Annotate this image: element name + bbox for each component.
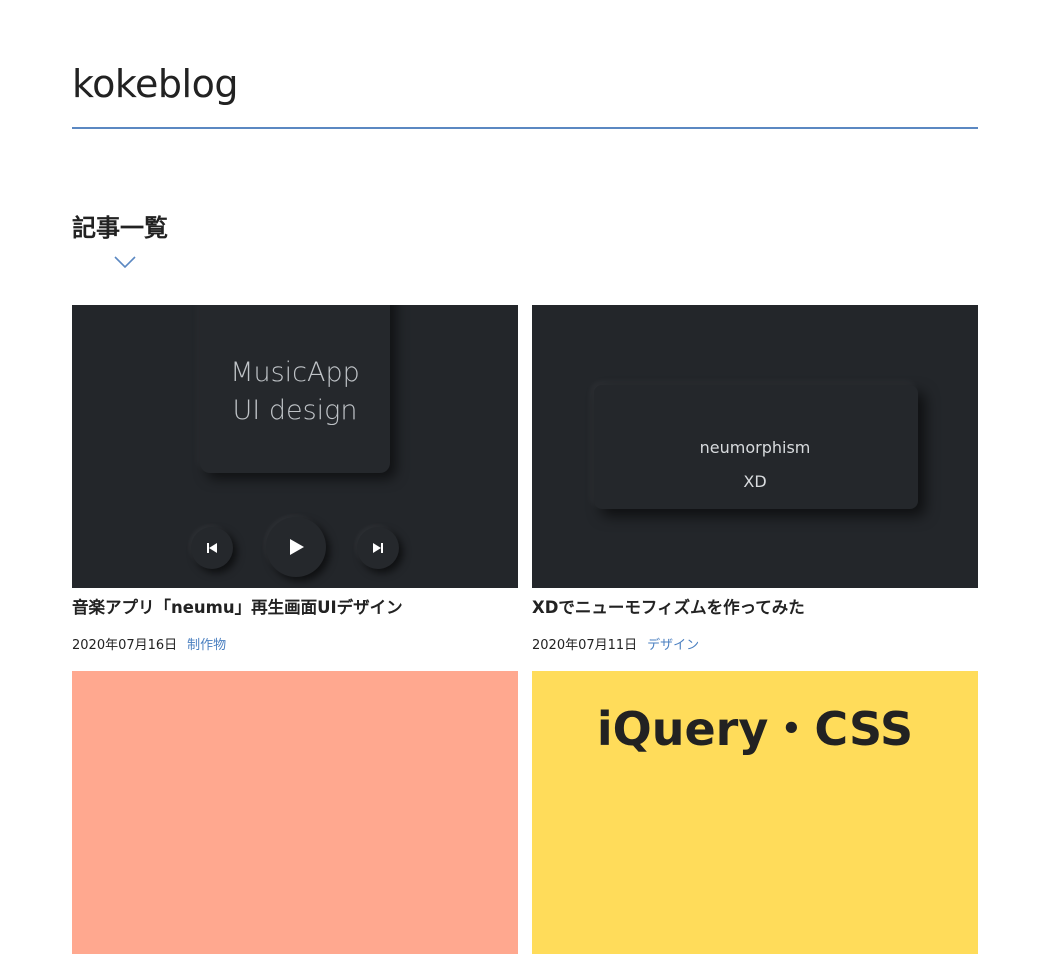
thumbnail-text: UI design: [232, 395, 358, 426]
article-category-link[interactable]: デザイン: [647, 638, 699, 653]
article-thumbnail[interactable]: MusicApp UI design: [72, 305, 518, 588]
article-meta: 2020年07月16日 制作物: [72, 634, 518, 653]
site-title[interactable]: kokeblog: [72, 0, 978, 106]
page: kokeblog 記事一覧 MusicApp UI design 音楽アプリ「n…: [72, 0, 978, 954]
article-date: 2020年07月16日: [72, 638, 178, 653]
article-thumbnail[interactable]: neumorphism XD: [532, 305, 978, 588]
article-card[interactable]: iQuery・CSS: [532, 671, 978, 954]
skip-back-icon: [191, 527, 233, 569]
article-thumbnail[interactable]: iQuery・CSS: [532, 671, 978, 954]
article-meta: 2020年07月11日 デザイン: [532, 634, 978, 653]
article-date: 2020年07月11日: [532, 638, 638, 653]
chevron-down-icon: [114, 256, 136, 268]
article-thumbnail[interactable]: [72, 671, 518, 954]
article-list-section: 記事一覧: [72, 208, 168, 268]
skip-forward-icon: [357, 527, 399, 569]
article-grid: MusicApp UI design 音楽アプリ「neumu」再生画面UIデザイ…: [72, 305, 978, 954]
article-category-link[interactable]: 制作物: [187, 638, 226, 653]
thumbnail-text: MusicApp: [230, 357, 360, 388]
thumbnail-text: XD: [743, 472, 767, 491]
thumbnail-text: iQuery・CSS: [596, 702, 914, 756]
thumbnail-text: neumorphism: [699, 438, 811, 457]
play-icon: [266, 517, 326, 577]
article-card[interactable]: [72, 671, 518, 954]
article-title[interactable]: XDでニューモフィズムを作ってみた: [532, 594, 978, 618]
album-art-panel: [200, 305, 390, 473]
header-divider: [72, 127, 978, 129]
section-heading: 記事一覧: [72, 214, 168, 242]
article-card[interactable]: MusicApp UI design 音楽アプリ「neumu」再生画面UIデザイ…: [72, 305, 518, 653]
article-card[interactable]: neumorphism XD XDでニューモフィズムを作ってみた 2020年07…: [532, 305, 978, 653]
article-title[interactable]: 音楽アプリ「neumu」再生画面UIデザイン: [72, 594, 518, 618]
